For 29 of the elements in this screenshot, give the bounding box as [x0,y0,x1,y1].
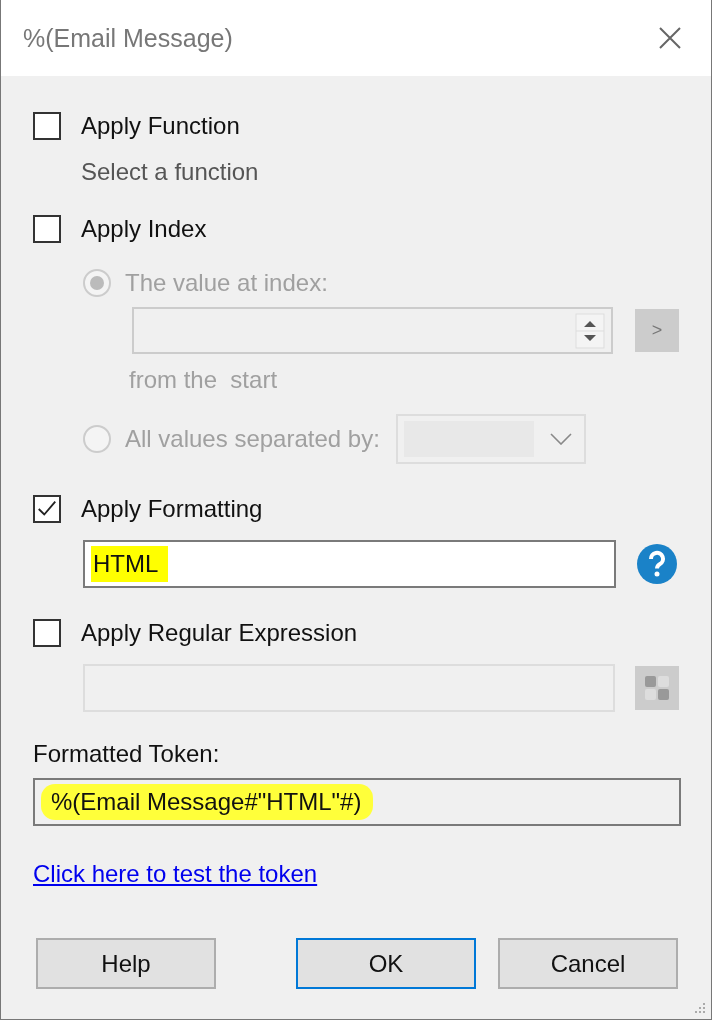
test-token-link[interactable]: Click here to test the token [33,860,318,888]
checkbox[interactable] [33,112,61,140]
chevron-down-icon [549,433,572,445]
radio-label: The value at index: [125,269,328,297]
dialog-button[interactable]: Help [36,938,216,989]
radio-label: All values separated by: [125,425,380,453]
window-title: %(Email Message) [23,23,233,53]
checkbox-label: Apply Formatting [81,495,263,523]
help-icon[interactable] [636,543,678,585]
from-start-text: from the start [129,366,279,394]
formatted-token-field: %(Email Message#"HTML"#) [33,778,681,826]
close-icon[interactable] [659,27,681,49]
hint-text: Select a function [81,158,260,186]
checkbox[interactable] [33,495,61,523]
checkbox-label: Apply Index [81,215,207,243]
spinner-icon[interactable] [575,312,605,349]
grid-button[interactable] [635,666,679,710]
dialog-button[interactable]: OK [296,938,476,989]
checkbox[interactable] [33,619,61,647]
checkbox[interactable] [33,215,61,243]
formatted-token-label: Formatted Token: [33,740,221,768]
format-field[interactable]: HTML [83,540,616,588]
radio-button[interactable] [83,269,111,297]
radio-button[interactable] [83,425,111,453]
checkbox-label: Apply Regular Expression [81,619,358,647]
dialog-button[interactable]: Cancel [498,938,678,989]
checkbox-label: Apply Function [81,112,240,140]
grid-icon [643,674,672,702]
index-field[interactable] [132,307,613,354]
